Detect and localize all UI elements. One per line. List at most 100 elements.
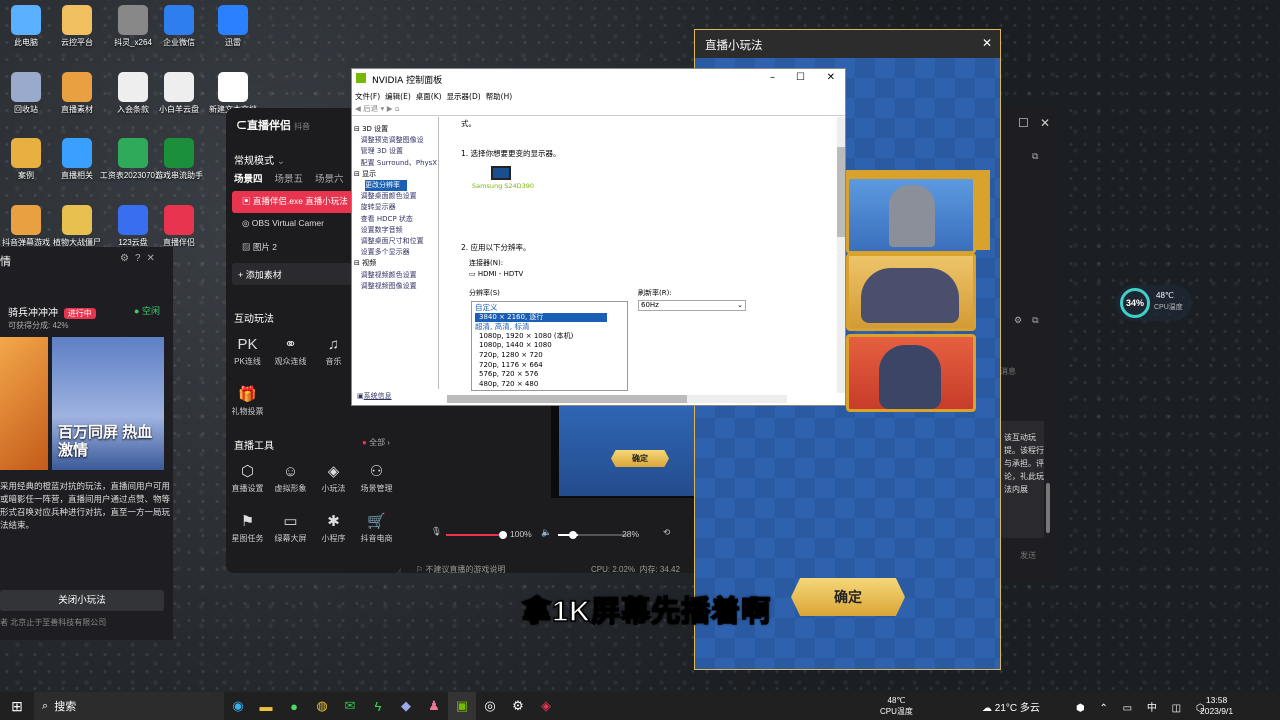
tool-item[interactable]: ⬡ 直播设置 [226, 461, 269, 511]
app-icon-green[interactable]: ● [280, 692, 308, 720]
tool-item[interactable]: ✱ 小程序 [312, 511, 355, 561]
cpu-usage: CPU: 2.02% [591, 565, 636, 574]
tree-item[interactable]: 查看 HDCP 状态 [354, 214, 437, 225]
tree-item[interactable]: ⊟ 视频 [354, 258, 437, 269]
tree-item[interactable]: 旋转显示器 [354, 202, 437, 213]
weather[interactable]: ☁ 21°C 多云 [982, 699, 1040, 714]
tree-item[interactable]: 配置 Surround、PhysX [354, 158, 437, 169]
resolution-option[interactable]: 3840 × 2160, 逐行 [475, 312, 607, 323]
resolution-option[interactable]: 480p, 720 × 480 [475, 380, 624, 390]
tool-item[interactable]: ◈ 小玩法 [312, 461, 355, 511]
add-material-button[interactable]: + 添加素材 [232, 263, 352, 285]
nvidia-taskbar-icon[interactable]: ▣ [448, 692, 476, 720]
tool-item[interactable]: 🛒 抖音电商 [355, 511, 398, 561]
tool-item[interactable]: ⚭ 观众连线 [269, 334, 312, 384]
send-button[interactable]: 发送 [1020, 550, 1036, 561]
tool-item[interactable]: 🎁 礼物投票 [226, 384, 269, 434]
app-icon-lightning[interactable]: ϟ [364, 692, 392, 720]
panel-controls[interactable]: ⚙?✕ [120, 253, 161, 264]
start-button[interactable]: ⊞ [0, 692, 34, 720]
close-icon[interactable]: ✕ [147, 253, 161, 264]
tree-item[interactable]: 设置多个显示器 [354, 247, 437, 258]
mic-icon[interactable]: 🎙 [431, 526, 442, 537]
tree-item[interactable]: 调整桌面颜色设置 [354, 191, 437, 202]
mic-volume-slider[interactable] [446, 534, 504, 536]
folder-icon[interactable]: ▬ [252, 692, 280, 720]
close-icon[interactable]: ✕ [1040, 116, 1050, 130]
menu-item[interactable]: 帮助(H) [486, 91, 513, 103]
confirm-button[interactable]: 确定 [791, 578, 905, 616]
gear-icon[interactable]: ⚙ [120, 253, 135, 264]
tool-item[interactable]: ▭ 绿幕大屏 [269, 511, 312, 561]
close-minigame-button[interactable]: 关闭小玩法 [0, 590, 164, 611]
refresh-icon[interactable]: ⟲ [663, 527, 670, 538]
desktop-icon[interactable]: 游戏串流助手 [142, 138, 216, 181]
monitor-name[interactable]: Samsung S24D390 [472, 182, 534, 190]
tools-title: 直播工具 [234, 441, 274, 452]
scrollbar[interactable] [1046, 483, 1050, 533]
tree-item[interactable]: 调整桌面尺寸和位置 [354, 236, 437, 247]
resolution-option[interactable]: 576p, 720 × 576 [475, 370, 624, 380]
settings-icon[interactable]: ⚙ [504, 692, 532, 720]
mode-selector[interactable]: 常规模式 ⌄ [234, 152, 285, 167]
tree-item[interactable]: 设置数字音频 [354, 225, 437, 236]
giant-card[interactable] [846, 334, 976, 412]
help-icon[interactable]: ? [135, 253, 147, 264]
close-icon[interactable]: ✕ [982, 36, 992, 50]
chrome-icon[interactable]: ◍ [308, 692, 336, 720]
scene-tab[interactable]: 场景五 [275, 171, 304, 185]
minimize-icon[interactable]: – [770, 72, 775, 83]
tool-item[interactable]: PK PK连线 [226, 334, 269, 384]
close-icon[interactable]: ✕ [827, 72, 835, 83]
app-icon-blue[interactable]: ◆ [392, 692, 420, 720]
tool-item[interactable]: ⚇ 场景管理 [355, 461, 398, 511]
edge-icon[interactable]: ◉ [224, 692, 252, 720]
obs-icon[interactable]: ◎ [476, 692, 504, 720]
app-icon-game[interactable]: ♟ [420, 692, 448, 720]
desktop-icon[interactable]: 直播伴侣 [142, 205, 216, 248]
maximize-icon[interactable]: ☐ [796, 72, 805, 83]
resolution-option[interactable]: 720p, 1176 × 664 [475, 361, 624, 371]
refresh-rate-select[interactable]: 60Hz ⌄ [638, 300, 746, 311]
tool-item[interactable]: ♫ 音乐 [312, 334, 355, 384]
back-button[interactable]: ◀ 后退 ▾ [355, 104, 384, 113]
tree-item[interactable]: ⊟ 3D 设置 [354, 124, 437, 135]
wechat-icon[interactable]: ✉ [336, 692, 364, 720]
vikings-card[interactable] [846, 253, 976, 331]
menu-item[interactable]: 文件(F) [355, 91, 380, 103]
system-tray[interactable]: ⬢ ⌃ ▭ 中 ◫ ⬡ [1076, 699, 1211, 714]
scene-tab[interactable]: 场景四 [234, 171, 263, 185]
resolution-option[interactable]: 1080p, 1920 × 1080 (本机) [475, 332, 624, 342]
maximize-icon[interactable]: ☐ [1018, 116, 1029, 130]
scene-tab[interactable]: 场景六 [315, 171, 344, 185]
tree-item[interactable]: 调整预览调整图像设 [354, 135, 437, 146]
resolution-option[interactable]: 1080p, 1440 × 1080 [475, 341, 624, 351]
home-icon[interactable]: ⌂ [395, 104, 400, 113]
speaker-icon[interactable]: 🔈 [541, 527, 552, 538]
tool-item[interactable]: ⚑ 星图任务 [226, 511, 269, 561]
desktop-icon[interactable]: 迅雷 [196, 5, 270, 48]
tree-item[interactable]: 调整视频颜色设置 [354, 270, 437, 281]
hint-link[interactable]: 不建议直播的游戏说明 [425, 565, 505, 574]
tree-item[interactable]: 管理 3D 设置 [354, 146, 437, 157]
menu-item[interactable]: 桌面(K) [416, 91, 442, 103]
tree-item[interactable]: 更改分辨率 [365, 180, 407, 192]
tool-item[interactable]: ☺ 虚拟形象 [269, 461, 312, 511]
knight-card[interactable] [846, 176, 976, 254]
clock[interactable]: 13:58 2023/9/1 [1200, 695, 1233, 717]
tree-item[interactable]: 调整视频图像设置 [354, 281, 437, 292]
monitor-icon[interactable] [491, 166, 511, 180]
horizontal-scrollbar[interactable] [447, 395, 687, 403]
resolution-option[interactable]: 自定义 [475, 303, 624, 313]
live-companion-taskbar-icon[interactable]: ◈ [532, 692, 560, 720]
search-box[interactable]: ⌕ 搜索 [34, 692, 224, 720]
menu-item[interactable]: 显示器(D) [447, 91, 481, 103]
tree-item[interactable]: ⊟ 显示 [354, 169, 437, 180]
resolution-option[interactable]: 720p, 1280 × 720 [475, 351, 624, 361]
resolution-list[interactable]: 自定义 3840 × 2160, 逐行 超清, 高清, 标清 1080p, 1920 … [471, 301, 628, 391]
popout-icon[interactable]: ⧉ [1032, 151, 1038, 162]
forward-button[interactable]: ▶ [387, 104, 393, 113]
menu-item[interactable]: 编辑(E) [385, 91, 411, 103]
system-info-link[interactable]: 系统信息 [364, 392, 392, 400]
resolution-option[interactable]: 超清, 高清, 标清 [475, 322, 624, 332]
